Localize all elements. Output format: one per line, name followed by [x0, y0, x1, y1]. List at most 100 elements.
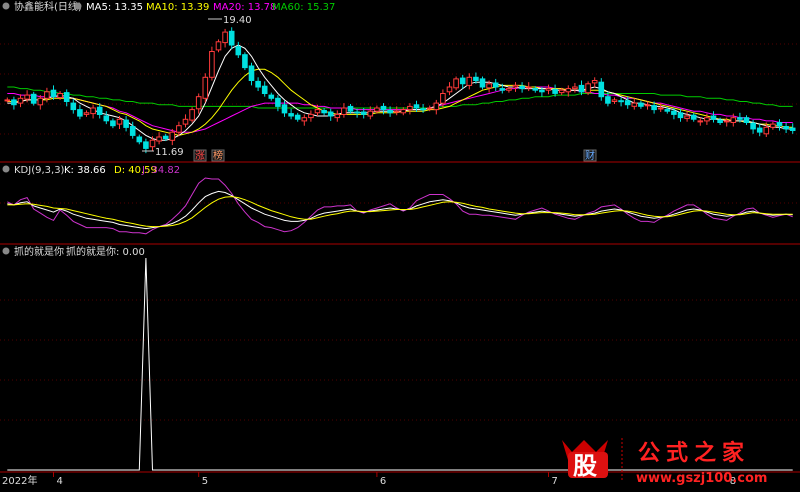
candle-down — [110, 120, 116, 127]
ma5-label: MA5: 13.35 — [86, 2, 143, 13]
x-axis-year: 2022年 — [2, 474, 37, 487]
candle-down — [710, 115, 717, 120]
x-tick-label: 5 — [202, 476, 208, 487]
candle-down — [664, 109, 671, 112]
candle-down — [420, 108, 426, 111]
high-marker-label: 19.40 — [223, 15, 252, 26]
candle-up — [572, 86, 578, 90]
kdj-j-label: J: 34.82 — [141, 165, 180, 176]
candle-up — [90, 107, 96, 115]
ma60-label: MA60: 15.37 — [272, 2, 335, 13]
candle-down — [360, 111, 367, 115]
candle-down — [492, 82, 499, 88]
settings-dot-icon[interactable] — [74, 2, 82, 10]
candle-down — [387, 109, 393, 114]
candle-up — [512, 84, 519, 88]
candle-down — [162, 135, 169, 140]
candle-down — [598, 81, 605, 98]
candle-up — [189, 109, 195, 121]
candle-up — [763, 126, 770, 135]
candle-up — [585, 83, 591, 94]
candle-down — [677, 112, 684, 119]
candle-down — [11, 99, 17, 106]
collapse-icon[interactable] — [2, 2, 10, 10]
candle-up — [308, 113, 314, 119]
tag-up: 涨 — [195, 150, 205, 162]
candle-down — [228, 30, 235, 46]
candle-down — [473, 76, 479, 82]
candle-up — [222, 31, 228, 44]
candle-down — [756, 127, 763, 133]
candle-up — [446, 86, 453, 93]
candle-up — [334, 113, 341, 119]
candle-down — [519, 85, 525, 90]
indicator-title: 抓的就是你 — [14, 245, 64, 258]
kdj-lines — [7, 177, 793, 235]
candle-down — [479, 78, 486, 88]
logo-url[interactable]: www.gszj100.com — [636, 471, 767, 486]
candle-up — [44, 91, 50, 99]
candle-down — [77, 109, 83, 117]
candle-down — [136, 136, 143, 143]
candle-down — [288, 113, 294, 117]
candle-up — [545, 88, 552, 91]
candle-up — [182, 118, 189, 125]
candle-up — [684, 115, 690, 119]
tag-finance: 财 — [585, 149, 595, 162]
logo-char: 股 — [573, 452, 597, 480]
candle-down — [143, 141, 149, 149]
candle-down — [578, 84, 585, 93]
candle-down — [248, 65, 255, 81]
candle-down — [539, 89, 545, 93]
candle-down — [50, 89, 57, 98]
candle-up — [704, 117, 710, 122]
candle-up — [17, 97, 24, 104]
candle-down — [638, 102, 644, 107]
candle-up — [433, 102, 440, 111]
site-logo: 股 公式之家 www.gszj100.com — [556, 430, 800, 488]
candle-up — [24, 94, 30, 100]
candle-up — [149, 139, 156, 148]
candle-down — [63, 92, 70, 102]
candle-up — [565, 88, 572, 93]
candle-down — [347, 105, 354, 112]
low-marker-label: 11.69 — [155, 147, 184, 158]
kdj-d-line — [7, 196, 793, 228]
tag-list: 榜 — [213, 149, 223, 162]
indicator-collapse-icon[interactable] — [2, 247, 10, 255]
candle-down — [70, 102, 77, 111]
candle-down — [651, 105, 657, 111]
candle-down — [624, 100, 631, 106]
ma20-label: MA20: 13.78 — [213, 2, 276, 13]
candle-up — [83, 112, 90, 115]
candle-up — [37, 97, 44, 106]
candle-down — [671, 110, 677, 115]
candle-up — [156, 136, 162, 142]
x-tick-label: 4 — [57, 476, 63, 487]
candle-up — [426, 107, 433, 110]
candle-up — [116, 118, 123, 125]
logo-text: 公式之家 — [638, 440, 750, 466]
candle-up — [466, 76, 473, 86]
candle-down — [717, 119, 723, 123]
kdj-collapse-icon[interactable] — [2, 165, 10, 173]
candle-down — [261, 85, 268, 94]
candle-up — [57, 93, 63, 98]
candle-up — [209, 51, 215, 78]
candle-down — [532, 88, 539, 91]
candle-up — [631, 102, 638, 107]
candle-down — [275, 97, 281, 107]
indicator-value-label: 抓的就是你: 0.00 — [66, 245, 145, 258]
candle-down — [459, 77, 466, 85]
candle-down — [380, 105, 387, 111]
candle-up — [367, 110, 374, 117]
candle-up — [486, 83, 492, 89]
candle-down — [268, 94, 275, 99]
candle-up — [407, 105, 413, 111]
kdj-k-label: K: 38.66 — [64, 165, 106, 176]
candle-up — [341, 107, 347, 115]
candle-down — [30, 93, 37, 104]
stock-title: 协鑫能科(日线) — [14, 0, 82, 13]
candle-down — [552, 88, 558, 94]
candle-down — [321, 109, 327, 114]
